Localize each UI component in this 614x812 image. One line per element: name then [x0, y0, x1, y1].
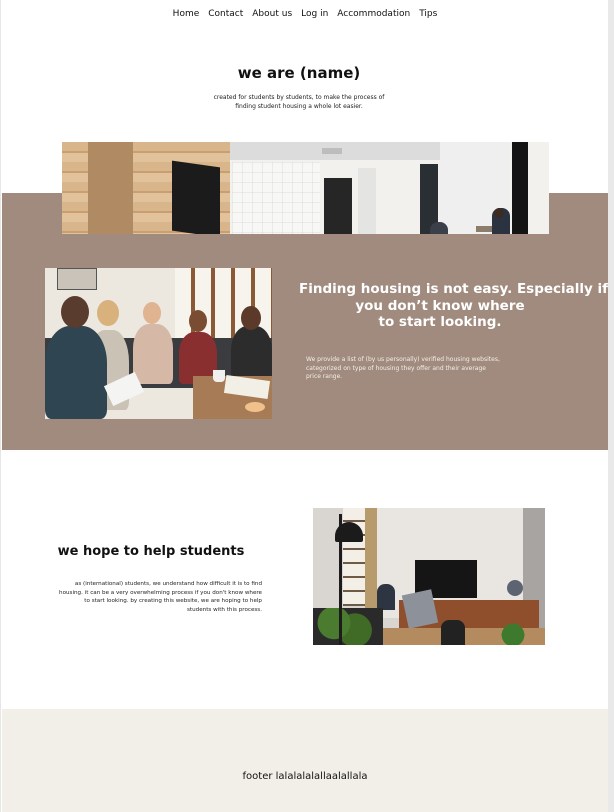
help-body-line: to start looking. by creating this websi…: [84, 598, 262, 604]
help-body: as (international) students, we understa…: [31, 580, 262, 614]
hero-subtitle-line: created for students by students, to mak…: [213, 94, 385, 101]
band-body: We provide a list of (by us personally) …: [306, 356, 536, 382]
page: Home Contact About us Log in Accommodati…: [0, 0, 609, 812]
band-heading-line: you don’t know where: [355, 297, 525, 314]
living-room-photo: [313, 508, 545, 645]
band-heading-line: Finding housing is not easy. Especially …: [299, 281, 609, 297]
nav-item-contact[interactable]: Contact: [208, 9, 243, 19]
hero-subtitle: created for students by students, to mak…: [1, 94, 597, 111]
main-nav: Home Contact About us Log in Accommodati…: [1, 9, 609, 19]
band-body-line: We provide a list of (by us personally) …: [306, 356, 500, 363]
hero-title: we are (name): [237, 64, 361, 82]
nav-item-log-in[interactable]: Log in: [301, 9, 328, 19]
band-body-line: price range.: [306, 373, 343, 380]
help-body-line: housing. it can be a very overwhelming p…: [59, 589, 262, 596]
students-photo: [45, 268, 272, 419]
nav-item-tips[interactable]: Tips: [419, 9, 437, 19]
band-heading-line: to start looking.: [378, 314, 502, 330]
hallway-photo: [62, 142, 549, 234]
footer: [2, 709, 609, 812]
nav-item-accommodation[interactable]: Accommodation: [337, 9, 410, 19]
help-body-line: students with this process.: [187, 606, 262, 613]
help-heading: we hope to help students: [57, 544, 245, 559]
nav-item-home[interactable]: Home: [173, 9, 200, 19]
band-body-line: categorized on type of housing they offe…: [306, 364, 486, 372]
band-heading: Finding housing is not easy. Especially …: [299, 281, 609, 331]
scrollbar-track[interactable]: [608, 0, 614, 812]
nav-item-about-us[interactable]: About us: [252, 9, 292, 19]
hero-subtitle-line: finding student housing a whole lot easi…: [235, 102, 363, 110]
footer-text: footer lalalalalallaalallala: [242, 771, 368, 782]
help-body-line: as (international) students, we understa…: [74, 581, 262, 587]
